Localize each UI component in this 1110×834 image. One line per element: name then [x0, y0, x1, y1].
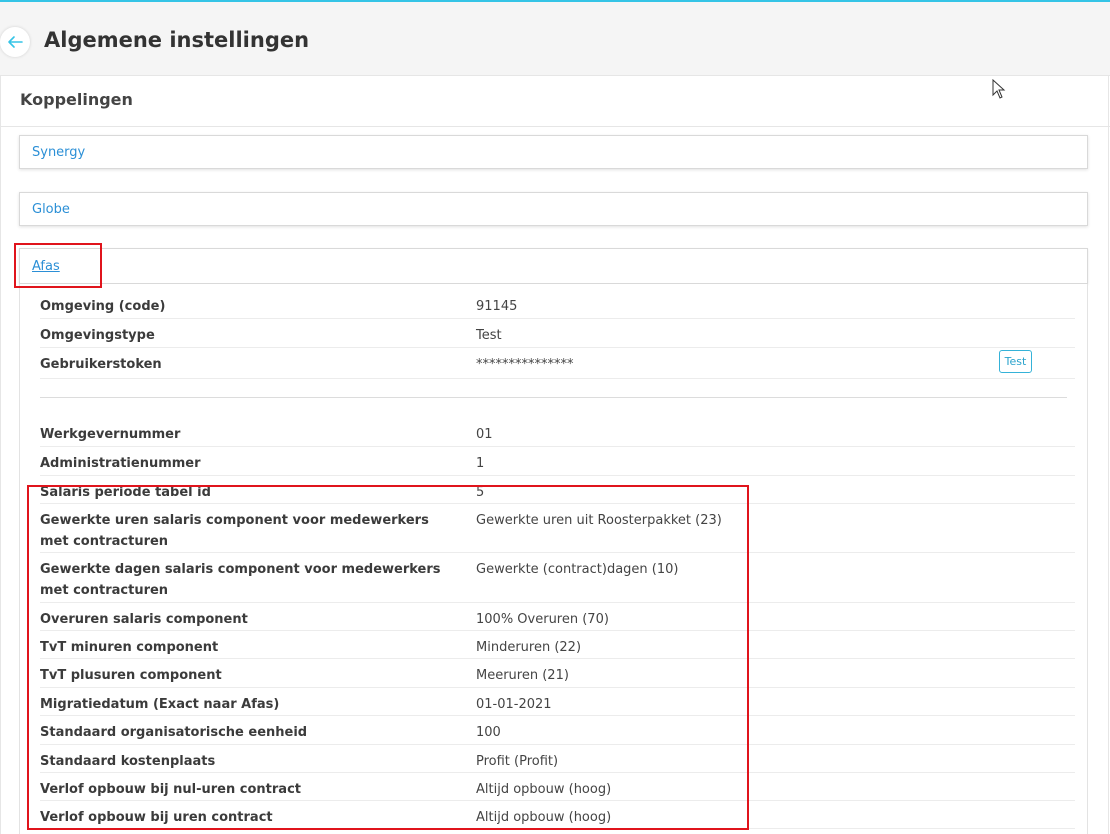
highlight-box-settings	[27, 485, 749, 830]
page-frame-right	[1108, 76, 1109, 834]
back-button[interactable]	[0, 27, 30, 57]
page-title: Algemene instellingen	[44, 28, 310, 52]
setting-row-omgevingstype: Omgevingstype Test	[40, 319, 1075, 348]
test-token-button[interactable]: Test	[999, 350, 1032, 373]
setting-row-gebruikerstoken: Gebruikerstoken ***************	[40, 348, 1075, 379]
setting-row-omgeving-code: Omgeving (code) 91145	[40, 290, 1075, 319]
page-frame-left	[0, 76, 1, 834]
row-label: Administratienummer	[40, 456, 201, 471]
setting-value: 91145	[476, 299, 518, 314]
row-label: Werkgevernummer	[40, 427, 181, 442]
panel-link-synergy[interactable]: Synergy	[32, 145, 85, 160]
setting-value: ***************	[476, 357, 574, 372]
panel-globe[interactable]: Globe	[19, 192, 1088, 226]
setting-label: Gebruikerstoken	[40, 357, 162, 372]
row-value: 1	[476, 456, 485, 471]
setting-label: Omgevingstype	[40, 328, 155, 343]
settings-divider	[40, 397, 1067, 398]
highlight-box-afas	[14, 243, 102, 288]
panel-afas[interactable]: Afas	[19, 248, 1088, 284]
page-header: Algemene instellingen	[0, 2, 1110, 76]
panel-link-globe[interactable]: Globe	[32, 202, 70, 217]
setting-label: Omgeving (code)	[40, 299, 166, 314]
panel-synergy[interactable]: Synergy	[19, 135, 1088, 169]
row-value: 01	[476, 427, 493, 442]
table-row: Werkgevernummer 01	[40, 418, 1075, 447]
section-divider	[0, 126, 1110, 127]
setting-value: Test	[476, 328, 502, 343]
arrow-left-icon	[8, 36, 23, 48]
table-row: Administratienummer 1	[40, 447, 1075, 476]
section-title: Koppelingen	[20, 90, 133, 109]
mouse-cursor-icon	[992, 79, 1006, 99]
